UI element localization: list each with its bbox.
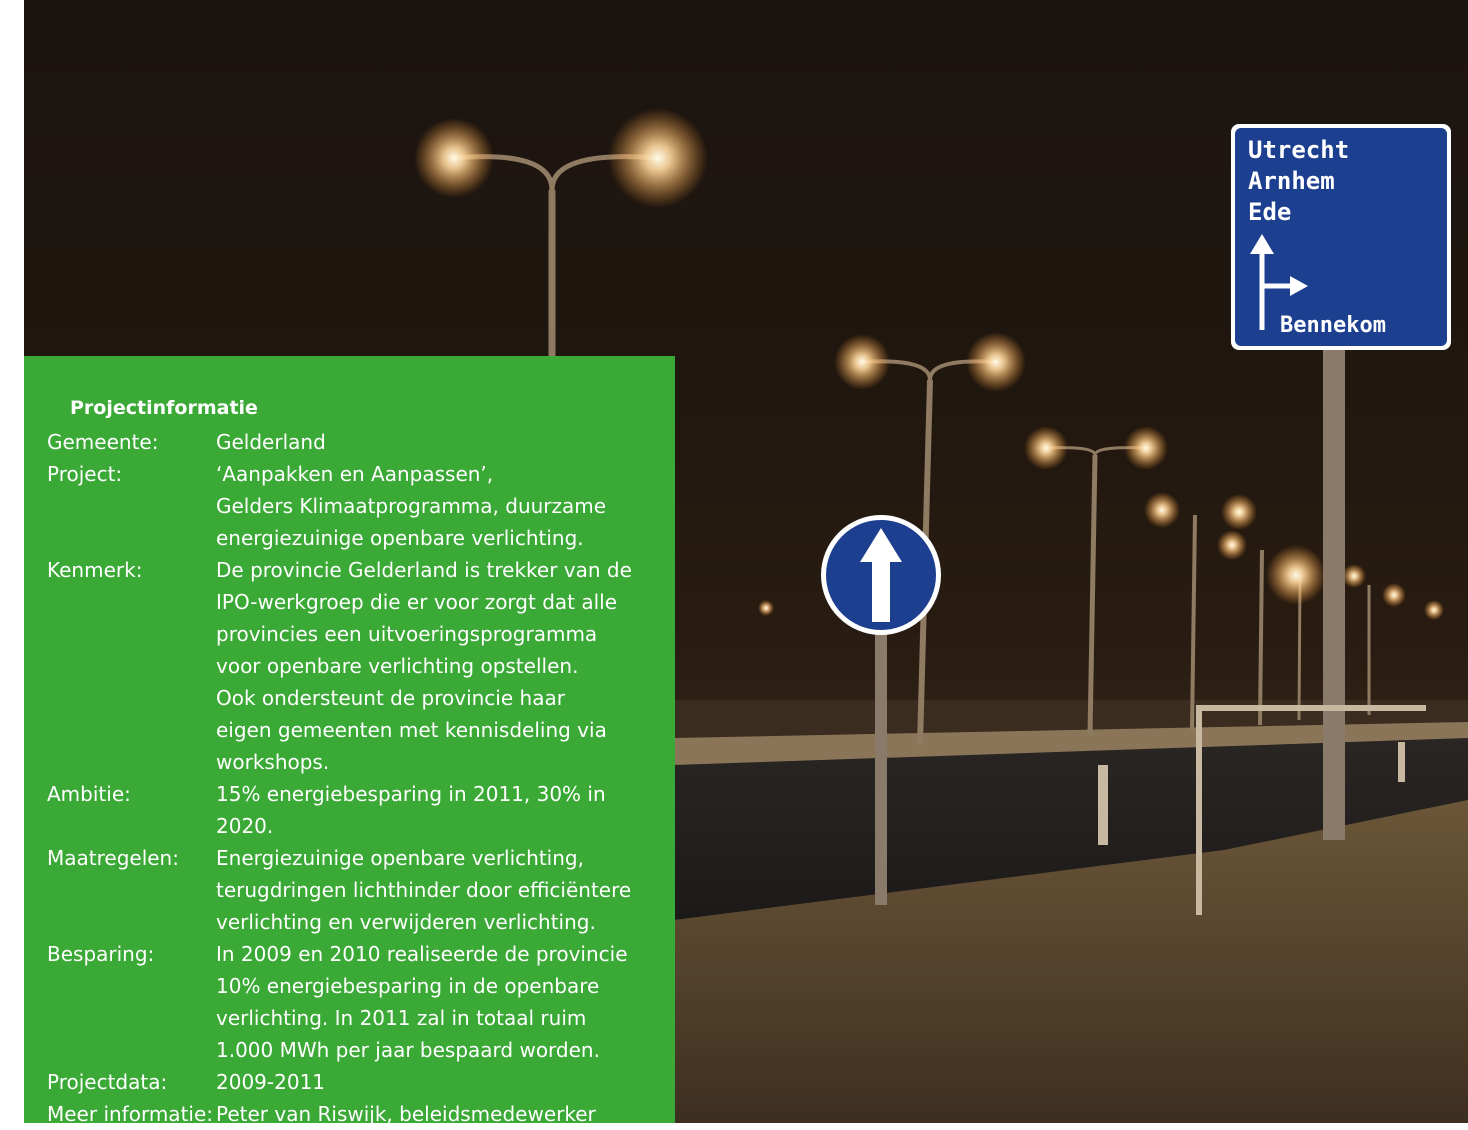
info-label: Kenmerk: — [47, 558, 143, 582]
info-value-line: provincies een uitvoeringsprogramma — [216, 622, 598, 646]
info-row: Project: ‘Aanpakken en Aanpassen’, Gelders… — [24, 458, 675, 554]
info-value-line: Gelderland — [216, 430, 326, 454]
info-value: ‘Aanpakken en Aanpassen’, Gelders Klimaat… — [216, 458, 636, 554]
info-value-line: De provincie Gelderland is trekker van d… — [216, 558, 632, 582]
info-label: Project: — [47, 462, 123, 486]
info-value-line: ‘Aanpakken en Aanpassen’, — [216, 462, 494, 486]
info-value: Peter van Riswijk, beleidsmedewerker — [216, 1098, 636, 1130]
info-value-line: eigen gemeenten met kennisdeling via — [216, 718, 607, 742]
info-value-line: workshops. — [216, 750, 330, 774]
panel-title: Projectinformatie — [70, 397, 258, 419]
info-value-line: voor openbare verlichting opstellen. — [216, 654, 579, 678]
info-value-line: 10% energiebesparing in de openbare — [216, 974, 600, 998]
info-value-line: 2009-2011 — [216, 1070, 326, 1094]
info-row: Ambitie: 15% energiebesparing in 2011, 30… — [24, 778, 675, 842]
info-label: Maatregelen: — [47, 846, 179, 870]
sign-exit: Bennekom — [1280, 313, 1386, 338]
project-info-panel: Projectinformatie Gemeente: Gelderland Pro… — [24, 356, 675, 1126]
info-value-line: verlichting en verwijderen verlichting. — [216, 910, 596, 934]
sign-line-3: Ede — [1248, 198, 1291, 226]
sign-line-2: Arnhem — [1248, 167, 1335, 195]
info-rows: Gemeente: Gelderland Project: ‘Aanpakken en… — [24, 426, 675, 1130]
info-value-line: IPO-werkgroep die er voor zorgt dat alle — [216, 590, 618, 614]
info-value-line: In 2009 en 2010 realiseerde de provincie — [216, 942, 628, 966]
info-label: Besparing: — [47, 942, 155, 966]
info-row: Besparing: In 2009 en 2010 realiseerde de… — [24, 938, 675, 1066]
info-label: Gemeente: — [47, 430, 159, 454]
info-value: 2009-2011 — [216, 1066, 636, 1098]
info-row: Meer informatie: Peter van Riswijk, belei… — [24, 1098, 675, 1130]
info-value-line: 2020. — [216, 814, 274, 838]
info-value: In 2009 en 2010 realiseerde de provincie… — [216, 938, 636, 1066]
info-label: Projectdata: — [47, 1070, 168, 1094]
info-value: 15% energiebesparing in 2011, 30% in 2020… — [216, 778, 636, 842]
info-value-line: energiezuinige openbare verlichting. — [216, 526, 584, 550]
info-row: Gemeente: Gelderland — [24, 426, 675, 458]
info-value: Gelderland — [216, 426, 636, 458]
info-value-line: 15% energiebesparing in 2011, 30% in — [216, 782, 606, 806]
info-value-line: Peter van Riswijk, beleidsmedewerker — [216, 1102, 596, 1126]
info-value-line: verlichting. In 2011 zal in totaal ruim — [216, 1006, 587, 1030]
info-value: De provincie Gelderland is trekker van d… — [216, 554, 636, 778]
info-label: Ambitie: — [47, 782, 131, 806]
info-value-line: terugdringen lichthinder door efficiënte… — [216, 878, 632, 902]
info-label: Meer informatie: — [47, 1102, 214, 1126]
sign-line-1: Utrecht — [1248, 136, 1349, 164]
info-row: Maatregelen: Energiezuinige openbare verl… — [24, 842, 675, 938]
info-value: Energiezuinige openbare verlichting, teru… — [216, 842, 636, 938]
info-value-line: Energiezuinige openbare verlichting, — [216, 846, 584, 870]
info-value-line: 1.000 MWh per jaar bespaard worden. — [216, 1038, 600, 1062]
info-value-line: Ook ondersteunt de provincie haar — [216, 686, 565, 710]
info-row: Kenmerk: De provincie Gelderland is trekk… — [24, 554, 675, 778]
info-row: Projectdata: 2009-2011 — [24, 1066, 675, 1098]
info-value-line: Gelders Klimaatprogramma, duurzame — [216, 494, 607, 518]
